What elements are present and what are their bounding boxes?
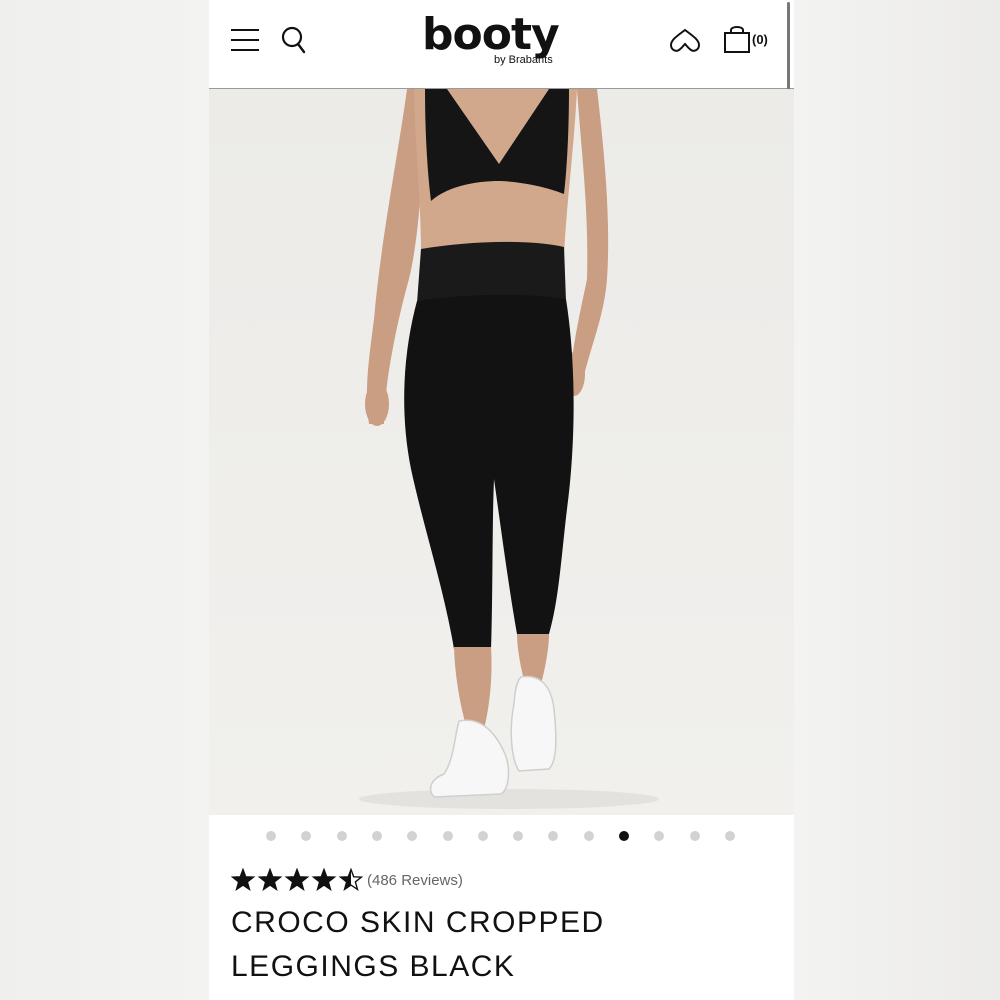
star-icon bbox=[231, 868, 256, 892]
shopping-bag-icon[interactable] bbox=[723, 24, 751, 54]
product-image[interactable] bbox=[209, 89, 794, 815]
mobile-page: booty by Brabants (0) (486 Reviews) CROC… bbox=[209, 0, 794, 1000]
carousel-dot[interactable] bbox=[407, 831, 418, 841]
carousel-dot[interactable] bbox=[583, 831, 594, 841]
product-title: CROCO SKIN CROPPED LEGGINGS BLACK bbox=[231, 901, 771, 989]
star-icon bbox=[257, 868, 283, 892]
carousel-dot[interactable] bbox=[477, 831, 488, 841]
product-title-line-2: LEGGINGS BLACK bbox=[231, 950, 516, 983]
star-icon bbox=[338, 868, 363, 892]
carousel-dot[interactable] bbox=[548, 831, 559, 841]
carousel-dot[interactable] bbox=[301, 831, 312, 841]
star-icon bbox=[311, 868, 337, 892]
model-wearing-leggings-illustration bbox=[359, 89, 659, 809]
carousel-dot[interactable] bbox=[266, 831, 276, 841]
reviews-count-link[interactable]: (486 Reviews) bbox=[367, 872, 463, 889]
star-rating-icon bbox=[231, 868, 363, 892]
brand-logo[interactable]: booty by Brabants bbox=[422, 10, 582, 70]
hamburger-menu-icon[interactable] bbox=[231, 27, 259, 53]
carousel-dot[interactable] bbox=[654, 831, 665, 841]
cart-count: (0) bbox=[752, 32, 768, 47]
carousel-dot[interactable] bbox=[371, 831, 382, 841]
star-icon bbox=[284, 868, 310, 892]
carousel-dot[interactable] bbox=[336, 831, 347, 841]
carousel-dot[interactable] bbox=[442, 831, 453, 841]
logo-subtitle: by Brabants bbox=[494, 54, 553, 66]
product-title-line-1: CROCO SKIN CROPPED bbox=[231, 906, 605, 939]
search-icon[interactable] bbox=[281, 26, 307, 54]
logo-wordmark: booty bbox=[422, 9, 560, 60]
image-carousel-dots bbox=[209, 829, 794, 843]
site-header: booty by Brabants (0) bbox=[209, 0, 794, 108]
carousel-dot[interactable] bbox=[513, 831, 524, 841]
carousel-dot[interactable] bbox=[724, 831, 735, 841]
heart-icon[interactable] bbox=[669, 28, 701, 54]
carousel-dot[interactable] bbox=[689, 831, 700, 841]
carousel-dot-active[interactable] bbox=[619, 831, 629, 841]
